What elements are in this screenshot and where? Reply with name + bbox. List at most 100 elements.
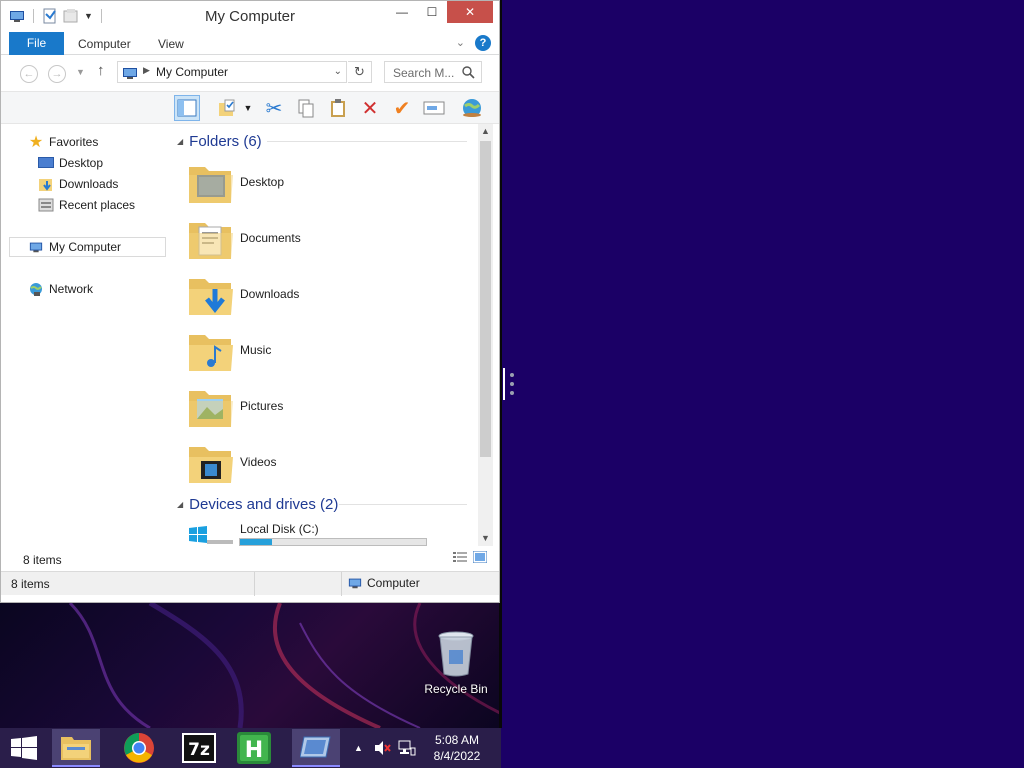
forward-button[interactable]: → bbox=[48, 65, 66, 83]
back-button[interactable]: ← bbox=[20, 65, 38, 83]
nav-my-computer[interactable]: My Computer bbox=[9, 237, 166, 257]
volume-muted-icon bbox=[375, 741, 391, 755]
nav-desktop-label: Desktop bbox=[59, 156, 104, 170]
taskbar-7zip[interactable]: 7z bbox=[175, 729, 223, 767]
tab-file[interactable]: File bbox=[9, 32, 64, 55]
drive-name: Local Disk (C:) bbox=[240, 522, 319, 536]
nav-favorites-label: Favorites bbox=[49, 135, 99, 149]
scrollbar-thumb[interactable] bbox=[480, 141, 491, 457]
help-icon[interactable]: ? bbox=[475, 35, 491, 51]
breadcrumb-my-computer[interactable]: My Computer bbox=[156, 65, 228, 79]
status-item-count: 8 items bbox=[11, 577, 50, 591]
address-bar[interactable]: ▶ My Computer ⌄ bbox=[117, 61, 347, 83]
paste-button[interactable] bbox=[325, 95, 351, 121]
window-controls: — ☐ ✕ bbox=[387, 1, 493, 23]
taskbar-chrome[interactable] bbox=[115, 729, 163, 767]
drive-item[interactable]: Local Disk (C:) bbox=[187, 521, 467, 546]
move-to-dropdown-icon[interactable]: ▼ bbox=[239, 95, 257, 121]
cut-icon[interactable]: ✂ bbox=[261, 95, 287, 121]
taskbar-app-window[interactable] bbox=[292, 729, 340, 767]
minimize-button[interactable]: — bbox=[387, 1, 417, 23]
status-divider bbox=[254, 572, 255, 596]
explorer-window: ▼ My Computer — ☐ ✕ File Computer View ⌄… bbox=[0, 0, 500, 603]
folder-item[interactable]: Documents bbox=[187, 215, 467, 265]
music-folder-icon bbox=[189, 335, 233, 371]
documents-folder-icon bbox=[189, 223, 233, 259]
search-placeholder: Search M... bbox=[393, 66, 455, 80]
recent-locations-chevron-icon[interactable]: ▼ bbox=[76, 67, 85, 77]
vertical-scrollbar[interactable]: ▲ ▼ bbox=[478, 124, 493, 546]
navigation-pane-button[interactable] bbox=[174, 95, 200, 121]
snap-divider-handle[interactable] bbox=[503, 368, 519, 400]
maximize-button[interactable]: ☐ bbox=[417, 1, 447, 23]
tab-view[interactable]: View bbox=[158, 37, 184, 51]
folder-name: Downloads bbox=[240, 287, 300, 301]
rename-button[interactable] bbox=[421, 95, 447, 121]
scroll-down-arrow-icon[interactable]: ▼ bbox=[478, 531, 493, 546]
folder-name: Desktop bbox=[240, 175, 285, 189]
status-bar: 8 items Computer bbox=[1, 571, 499, 596]
7zip-icon: 7z bbox=[182, 733, 216, 763]
up-button[interactable]: ↑ bbox=[97, 62, 105, 79]
windows-drive-icon bbox=[189, 526, 233, 544]
checkmark-icon[interactable]: ✔ bbox=[389, 95, 415, 121]
recent-places-icon bbox=[37, 196, 55, 214]
folder-item[interactable]: Music bbox=[187, 327, 467, 377]
recycle-bin-icon bbox=[438, 631, 474, 677]
collapse-triangle-icon[interactable]: ◢ bbox=[177, 500, 183, 509]
videos-folder-icon bbox=[189, 447, 233, 483]
taskbar-file-explorer[interactable] bbox=[52, 729, 100, 767]
hxd-editor-icon: H bbox=[237, 732, 271, 764]
tab-computer[interactable]: Computer bbox=[78, 37, 131, 51]
delete-icon[interactable]: ✕ bbox=[357, 95, 383, 121]
chevron-up-icon[interactable]: ▲ bbox=[354, 743, 363, 753]
copy-button[interactable] bbox=[293, 95, 319, 121]
breadcrumb-chevron-icon[interactable]: ▶ bbox=[143, 65, 150, 76]
folder-name: Pictures bbox=[240, 399, 284, 413]
move-to-folder-button[interactable] bbox=[214, 95, 240, 121]
address-dropdown-icon[interactable]: ⌄ bbox=[334, 66, 342, 77]
start-button[interactable] bbox=[0, 728, 48, 768]
drive-usage-bar bbox=[239, 538, 427, 546]
recycle-bin-shortcut[interactable]: Recycle Bin bbox=[420, 628, 492, 700]
drive-usage-fill bbox=[240, 539, 272, 545]
search-input[interactable]: Search M... bbox=[384, 61, 482, 83]
collapse-triangle-icon[interactable]: ◢ bbox=[177, 137, 183, 146]
system-clock[interactable]: 5:08 AM 8/4/2022 bbox=[420, 732, 494, 764]
group-divider bbox=[267, 141, 467, 142]
computer-icon bbox=[27, 238, 45, 256]
group-divider bbox=[339, 504, 467, 505]
large-icons-view-icon[interactable] bbox=[473, 551, 487, 563]
globe-icon bbox=[463, 99, 481, 117]
nav-favorites[interactable]: ★ Favorites bbox=[27, 132, 184, 152]
folder-name: Documents bbox=[240, 231, 301, 245]
network-status-button[interactable] bbox=[398, 728, 416, 768]
network-globe-button[interactable] bbox=[459, 95, 485, 121]
nav-network[interactable]: Network bbox=[27, 279, 184, 299]
details-view-icon[interactable] bbox=[453, 551, 467, 563]
folders-group-header[interactable]: ◢ Folders (6) bbox=[177, 131, 262, 151]
item-count: 8 items bbox=[23, 553, 62, 567]
show-hidden-icons[interactable]: ▲ bbox=[352, 728, 363, 768]
folder-item[interactable]: Videos bbox=[187, 439, 467, 489]
refresh-button[interactable]: ↻ bbox=[348, 61, 372, 83]
taskbar-hxd[interactable]: H bbox=[230, 729, 278, 767]
svg-text:7z: 7z bbox=[188, 740, 210, 760]
volume-muted-button[interactable] bbox=[374, 728, 392, 768]
folder-item[interactable]: Pictures bbox=[187, 383, 467, 433]
nav-my-computer-label: My Computer bbox=[49, 240, 122, 254]
desktop-background-right bbox=[501, 0, 1024, 768]
scroll-up-arrow-icon[interactable]: ▲ bbox=[478, 124, 493, 139]
search-icon bbox=[462, 66, 475, 79]
clock-time: 5:08 AM bbox=[434, 733, 480, 747]
title-bar[interactable]: ▼ My Computer — ☐ ✕ bbox=[1, 1, 499, 31]
status-location-label: Computer bbox=[367, 576, 420, 590]
network-status-icon bbox=[398, 740, 416, 756]
folder-item[interactable]: Desktop bbox=[187, 159, 467, 209]
downloads-folder-icon bbox=[189, 279, 233, 315]
rename-icon bbox=[423, 101, 445, 115]
folder-item[interactable]: Downloads bbox=[187, 271, 467, 321]
close-button[interactable]: ✕ bbox=[447, 1, 493, 23]
devices-group-header[interactable]: ◢ Devices and drives (2) bbox=[177, 494, 338, 514]
expand-ribbon-chevron-icon[interactable]: ⌄ bbox=[456, 36, 465, 49]
